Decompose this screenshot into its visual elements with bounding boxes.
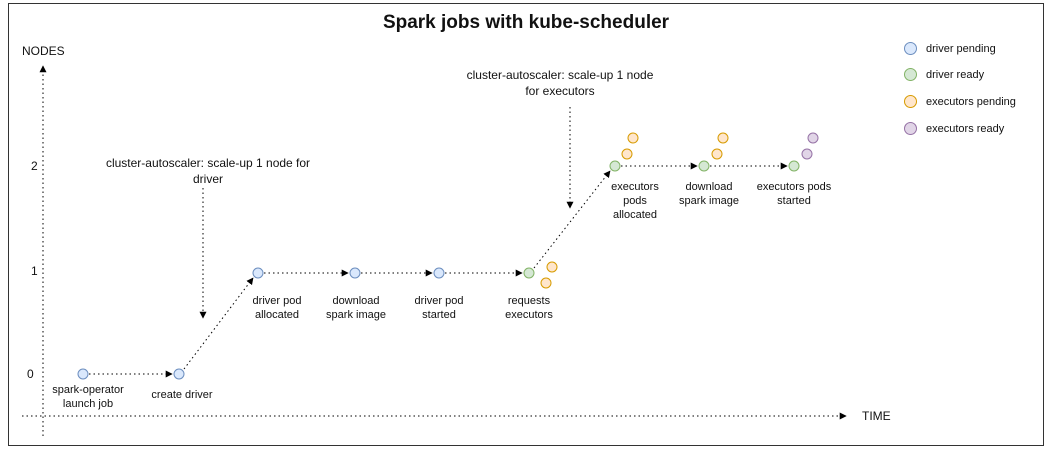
driver-pending-dot [252, 267, 264, 279]
y-tick-2: 2 [31, 159, 38, 173]
executor-ready-dot [801, 148, 813, 160]
driver-ready-dot [523, 267, 535, 279]
driver-scale-up-note: cluster-autoscaler: scale-up 1 node for … [105, 156, 311, 186]
executor-pending-dot [711, 148, 723, 160]
executor-ready-dot [807, 132, 819, 144]
step-label: executors pods allocated [611, 181, 659, 221]
step-label: executors pods started [756, 181, 832, 207]
driver-pending-dot [173, 368, 185, 380]
executors-pending-swatch-icon [904, 95, 917, 108]
legend-label: executors pending [926, 95, 1016, 108]
step-label: download spark image [679, 181, 739, 207]
step-label: download spark image [326, 295, 386, 321]
legend-label: driver ready [926, 68, 985, 81]
driver-pending-dot [349, 267, 361, 279]
executors-ready-swatch-icon [904, 122, 917, 135]
executor-pending-dot [546, 261, 558, 273]
step-label: driver pod allocated [252, 295, 302, 321]
legend-label: driver pending [926, 42, 996, 55]
executor-pending-dot [717, 132, 729, 144]
executor-pending-dot [540, 277, 552, 289]
x-axis-label: TIME [862, 409, 891, 423]
y-tick-1: 1 [31, 264, 38, 278]
step-label: requests executors [505, 295, 553, 321]
executor-pending-dot [627, 132, 639, 144]
driver-pending-dot [433, 267, 445, 279]
flow-connector [533, 170, 611, 269]
driver-ready-dot [609, 160, 621, 172]
y-tick-0: 0 [27, 367, 34, 381]
executor-pending-dot [621, 148, 633, 160]
legend-item-executors-ready: executors ready [904, 122, 1004, 135]
legend-label: executors ready [926, 122, 1005, 135]
flow-connector [183, 277, 254, 370]
driver-pending-dot [77, 368, 89, 380]
step-label: spark-operator launch job [52, 384, 124, 410]
legend-item-executors-pending: executors pending [904, 95, 1016, 108]
diagram-title: Spark jobs with kube-scheduler [382, 12, 670, 33]
driver-ready-dot [788, 160, 800, 172]
step-label: create driver [151, 389, 213, 401]
legend-item-driver-ready: driver ready [904, 68, 984, 81]
executors-scale-up-note: cluster-autoscaler: scale-up 1 node for … [466, 68, 654, 98]
driver-pending-swatch-icon [904, 42, 917, 55]
driver-ready-swatch-icon [904, 68, 917, 81]
step-label: driver pod started [414, 295, 464, 321]
legend-item-driver-pending: driver pending [904, 42, 996, 55]
driver-ready-dot [698, 160, 710, 172]
y-axis-label: NODES [22, 44, 65, 58]
